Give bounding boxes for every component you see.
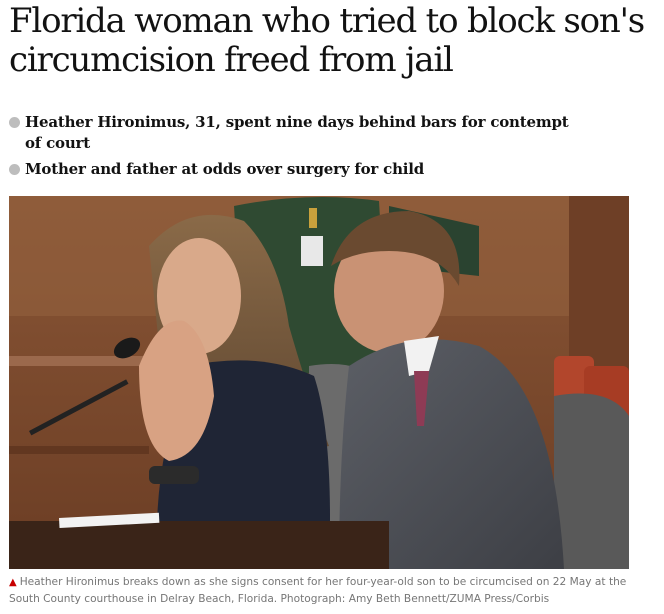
bullet-dot-icon	[9, 117, 20, 128]
article-headline: Florida woman who tried to block son's c…	[9, 1, 645, 80]
caption-triangle-icon: ▲	[9, 577, 17, 588]
main-photo	[9, 196, 629, 569]
standfirst-text: Heather Hironimus, 31, spent nine days b…	[25, 113, 569, 152]
standfirst-list: Heather Hironimus, 31, spent nine days b…	[9, 112, 569, 185]
standfirst-item: Heather Hironimus, 31, spent nine days b…	[9, 112, 569, 154]
photo-caption: ▲ Heather Hironimus breaks down as she si…	[9, 574, 629, 607]
bullet-dot-icon	[9, 164, 20, 175]
standfirst-text: Mother and father at odds over surgery f…	[25, 160, 425, 178]
caption-text: Heather Hironimus breaks down as she sig…	[9, 576, 627, 605]
standfirst-item: Mother and father at odds over surgery f…	[9, 159, 569, 180]
